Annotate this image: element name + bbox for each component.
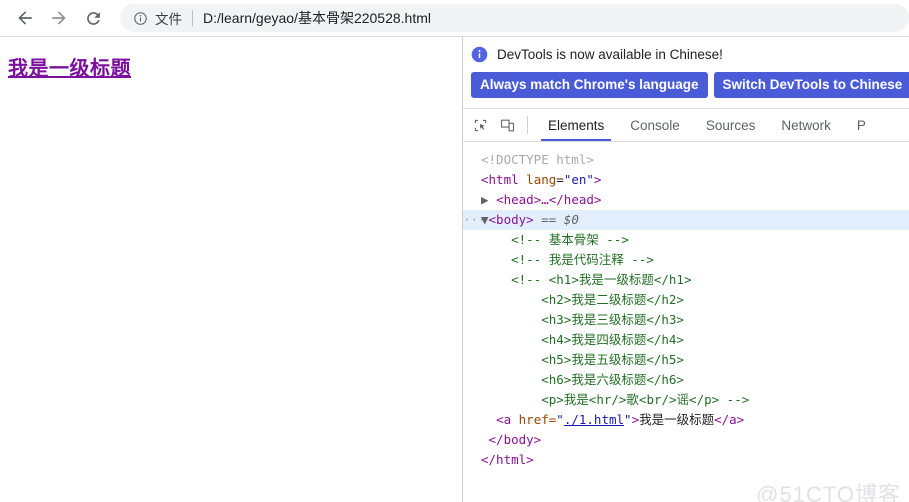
html-close-tag: </html> [481,452,534,467]
anchor-href-value[interactable]: ./1.html [564,412,624,427]
omnibox-divider [192,10,193,26]
tab-performance-label: P [856,117,866,133]
url-text[interactable]: D:/learn/geyao/基本骨架220528.html [203,8,897,28]
inspect-element-button[interactable] [467,109,494,141]
dom-line-comment-2: <!-- 我是代码注释 --> [463,250,909,270]
comment-block-line-h2: <h2>我是二级标题</h2> [541,292,684,307]
dom-line-comment-1: <!-- 基本骨架 --> [463,230,909,250]
dom-line-body-open[interactable]: ···▼<body> == $0 [463,210,909,230]
anchor-inner-text: 我是一级标题 [639,412,715,427]
reload-icon [86,11,100,25]
comment-block-line-h6: <h6>我是六级标题</h6> [541,372,684,387]
dom-line-html-open[interactable]: <html lang="en"> [463,170,909,190]
tab-elements-label: Elements [548,117,605,133]
html-open-tag: <html [481,172,519,187]
dom-line-comment-block-0: <!-- <h1>我是一级标题</h1> [463,270,909,290]
devtools-language-banner: DevTools is now available in Chinese! Al… [463,37,909,109]
comment-block-line-h3: <h3>我是三级标题</h3> [541,312,684,327]
back-button[interactable] [8,1,42,35]
page-viewport: 我是一级标题 [0,37,462,502]
tab-network-label: Network [781,117,831,133]
tab-console-label: Console [630,117,680,133]
watermark: @51CTO博客 [756,482,901,502]
banner-message-row: DevTools is now available in Chinese! [471,46,909,63]
back-arrow-icon [18,11,32,25]
address-bar[interactable]: 文件 D:/learn/geyao/基本骨架220528.html [120,4,909,32]
banner-message: DevTools is now available in Chinese! [497,47,723,62]
doctype-text: <!DOCTYPE html> [481,152,594,167]
dom-line-comment-block-2: <h3>我是三级标题</h3> [463,310,909,330]
body-close-tag: </body> [488,432,542,447]
site-info-icon[interactable] [132,10,148,26]
comment-block-line-h1: <!-- <h1>我是一级标题</h1> [511,272,692,287]
body-open-tag: <body> [488,212,534,227]
comment-basic-skeleton: <!-- 基本骨架 --> [511,232,629,247]
comment-block-line-p: <p>我是<hr/>歌<br/>谣</p> --> [541,392,750,407]
anchor-close-tag: </a> [714,412,745,427]
head-collapsed-text: <head>…</head> [496,192,602,207]
collapse-body-triangle-icon[interactable]: ▼ [481,212,489,227]
browser-window: 文件 D:/learn/geyao/基本骨架220528.html 我是一级标题… [0,0,909,502]
toggle-device-toolbar-button[interactable] [494,109,521,141]
dom-tree[interactable]: <!DOCTYPE html> <html lang="en"> ▶ <head… [463,142,909,502]
dom-line-comment-block-5: <h6>我是六级标题</h6> [463,370,909,390]
tab-console[interactable]: Console [617,109,693,141]
info-icon [471,46,488,63]
tab-network[interactable]: Network [768,109,844,141]
scheme-label: 文件 [155,12,182,27]
body-overflow-gutter[interactable]: ··· [463,210,486,230]
dom-line-body-close[interactable]: </body> [463,430,909,450]
switch-devtools-to-chinese-button[interactable]: Switch DevTools to Chinese [713,72,909,98]
expand-head-triangle-icon[interactable]: ▶ [481,192,496,207]
dom-line-comment-block-6: <p>我是<hr/>歌<br/>谣</p> --> [463,390,909,410]
anchor-href-attr: href= [518,412,557,427]
dom-line-comment-block-3: <h4>我是四级标题</h4> [463,330,909,350]
forward-arrow-icon [52,11,66,25]
dom-line-doctype: <!DOCTYPE html> [463,150,909,170]
comment-block-line-h4: <h4>我是四级标题</h4> [541,332,684,347]
reload-button[interactable] [76,1,110,35]
comment-code-note: <!-- 我是代码注释 --> [511,252,654,267]
dom-line-comment-block-4: <h5>我是五级标题</h5> [463,350,909,370]
tabbar-divider [527,116,528,134]
dom-line-head[interactable]: ▶ <head>…</head> [463,190,909,210]
dom-line-html-close[interactable]: </html> [463,450,909,470]
html-lang-value: "en" [563,172,594,187]
dom-line-anchor[interactable]: <a href="./1.html">我是一级标题</a> [463,410,909,430]
browser-toolbar: 文件 D:/learn/geyao/基本骨架220528.html [0,0,909,36]
tab-elements[interactable]: Elements [535,109,617,141]
devtools-tabbar: Elements Console Sources Network P [463,109,909,142]
tab-performance[interactable]: P [844,109,866,141]
anchor-open-tag: <a [496,412,519,427]
banner-actions: Always match Chrome's language Switch De… [471,72,909,98]
device-toolbar-icon [501,119,514,131]
always-match-chrome-language-button[interactable]: Always match Chrome's language [471,72,708,98]
forward-button[interactable] [42,1,76,35]
page-heading-link[interactable]: 我是一级标题 [8,52,131,81]
inspect-cursor-icon [474,119,487,131]
devtools-panel: DevTools is now available in Chinese! Al… [463,37,909,502]
tab-sources-label: Sources [705,117,756,133]
tab-sources[interactable]: Sources [693,109,769,141]
body-selected-marker: == $0 [541,212,579,227]
comment-block-line-h5: <h5>我是五级标题</h5> [541,352,684,367]
html-lang-attr: lang [526,172,557,187]
dom-line-comment-block-1: <h2>我是二级标题</h2> [463,290,909,310]
